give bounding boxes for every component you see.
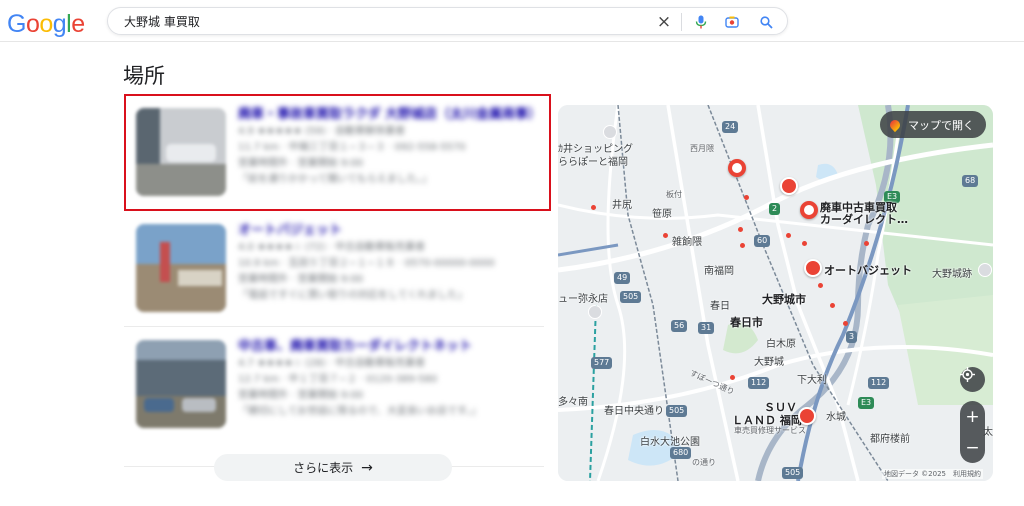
map-pin-marker[interactable] [780, 177, 798, 195]
map-dot [843, 321, 848, 326]
route-marker: 505 [666, 405, 688, 417]
map-dot [864, 241, 869, 246]
map-label: 南福岡 [704, 266, 734, 277]
map-label: 大野城 [754, 357, 784, 368]
header-bar: Google 大野城 車買取 × [0, 0, 1024, 42]
place-photo[interactable] [136, 340, 226, 428]
map-label: オートバジェット [824, 264, 912, 277]
map-label: カーダイレクト… [820, 213, 908, 226]
map-label: ららぽーと福岡 [558, 157, 628, 168]
map-pin-marker[interactable] [804, 259, 822, 277]
map-pin-marker[interactable] [728, 159, 746, 177]
place-rating: 4.0 ★★★★☆ (72) · 中古自動車販売業者 [238, 242, 426, 253]
place-name[interactable]: 中古車、廃車買取カーダイレクトネット [238, 338, 538, 356]
map-poi-icon[interactable] [603, 125, 617, 139]
map-dot [740, 243, 745, 248]
map-label: 大野城市 [762, 293, 806, 306]
map-label: ュー弥永店 [558, 294, 608, 305]
microphone-icon[interactable] [693, 14, 709, 30]
search-results-page: Google 大野城 車買取 × 場所 廃車・事故車買取ラクダ 大野城店（太川金… [0, 0, 1024, 506]
open-in-maps-button[interactable]: マップで開く [880, 111, 986, 138]
place-rating: 4.7 ★★★★☆ (28) · 中古自動車販売業者 [238, 358, 426, 369]
zoom-controls: + − [960, 401, 985, 463]
map-poi-icon[interactable] [588, 305, 602, 319]
show-more-button[interactable]: さらに表示 → [214, 454, 452, 481]
route-marker: 505 [620, 291, 642, 303]
map-dot [830, 303, 835, 308]
route-marker: 24 [722, 121, 739, 133]
map-label: 多々南 [558, 397, 588, 408]
route-marker: E3 [858, 397, 875, 409]
selection-highlight-box [124, 94, 551, 211]
map-label: 笹原 [652, 209, 672, 220]
places-heading: 場所 [123, 64, 165, 88]
map-label: 井尻 [612, 200, 632, 211]
route-marker: 3 [846, 331, 858, 343]
map-label: 都府楼前 [870, 434, 910, 445]
place-details: オートバジェット 4.0 ★★★★☆ (72) · 中古自動車販売業者 10.9… [238, 222, 538, 304]
clear-icon[interactable]: × [656, 12, 672, 32]
place-hours: 営業時間外 · 営業開始 9:00 [238, 274, 364, 285]
route-marker: 505 [782, 467, 804, 479]
place-address: 12.7 km · 中１丁目７−２ · 0120-389-580 [238, 374, 438, 385]
route-marker: 112 [748, 377, 770, 389]
place-photo[interactable] [136, 224, 226, 312]
google-logo[interactable]: Google [7, 10, 85, 39]
place-hours: 営業時間外 · 営業開始 9:00 [238, 390, 364, 401]
map-dot [818, 283, 823, 288]
route-marker: 60 [754, 235, 771, 247]
route-marker: 2 [769, 203, 781, 215]
route-marker: 112 [868, 377, 890, 389]
map-label: 雑餉隈 [672, 237, 702, 248]
map-dot [744, 195, 749, 200]
map-label: 白木原 [766, 339, 796, 350]
map-label: 大野城跡 [932, 269, 972, 280]
map-label: 春日 [710, 301, 730, 312]
map-poi-icon[interactable] [978, 263, 992, 277]
map-dot [786, 233, 791, 238]
map-pin-icon [887, 117, 903, 132]
map-label: 水城 [826, 412, 846, 423]
map-panel[interactable]: 24 2 60 112 49 505 56 31 3 577 112 505 6… [558, 105, 993, 481]
route-marker: 68 [962, 175, 979, 187]
map-label: 車売買修理サービス [734, 426, 806, 435]
place-review: 「電話ですぐに買い取りの対応をしてくれました」 [238, 290, 468, 301]
search-icon[interactable] [758, 14, 774, 30]
place-review: 「親切にしてお世話に限るので、大変良いお店です。」 [238, 406, 481, 417]
arrow-right-icon: → [361, 459, 373, 476]
map-dot [663, 233, 668, 238]
map-dot [591, 205, 596, 210]
map-dot [730, 375, 735, 380]
search-box[interactable]: 大野城 車買取 × [107, 7, 788, 35]
map-label: 春日市 [730, 316, 763, 329]
map-label: の通り [692, 458, 716, 467]
search-divider [681, 13, 682, 31]
map-dot [738, 227, 743, 232]
map-label: 下大利 [797, 375, 827, 386]
place-address: 10.9 km · 瓦田５丁目２−１−１８ · 0570-00000-0000 [238, 258, 495, 269]
route-marker: 680 [670, 447, 692, 459]
divider [124, 326, 544, 327]
route-marker: 31 [698, 322, 715, 334]
route-marker: 577 [591, 357, 613, 369]
zoom-out-button[interactable]: − [960, 432, 985, 463]
route-marker: 49 [614, 272, 631, 284]
map-label: 春日中央通り [604, 406, 664, 417]
search-input[interactable]: 大野城 車買取 [124, 13, 200, 30]
place-card[interactable]: オートバジェット 4.0 ★★★★☆ (72) · 中古自動車販売業者 10.9… [124, 212, 544, 324]
place-name[interactable]: オートバジェット [238, 222, 538, 240]
route-marker: 56 [671, 320, 688, 332]
place-card[interactable]: 中古車、廃車買取カーダイレクトネット 4.7 ★★★★☆ (28) · 中古自動… [124, 328, 544, 440]
map-label: 板付 [666, 190, 682, 199]
map-attribution[interactable]: 地図データ ©2025 利用規約 [881, 469, 983, 479]
camera-lens-icon[interactable] [724, 14, 740, 30]
map-pin-marker[interactable] [800, 201, 818, 219]
place-details: 中古車、廃車買取カーダイレクトネット 4.7 ★★★★☆ (28) · 中古自動… [238, 338, 538, 420]
map-dot [802, 241, 807, 246]
zoom-in-button[interactable]: + [960, 401, 985, 432]
map-label: 西月隈 [690, 144, 714, 153]
my-location-icon[interactable] [960, 367, 985, 392]
map-pin-marker[interactable] [798, 407, 816, 425]
map-label: 白水大池公園 [640, 437, 700, 448]
